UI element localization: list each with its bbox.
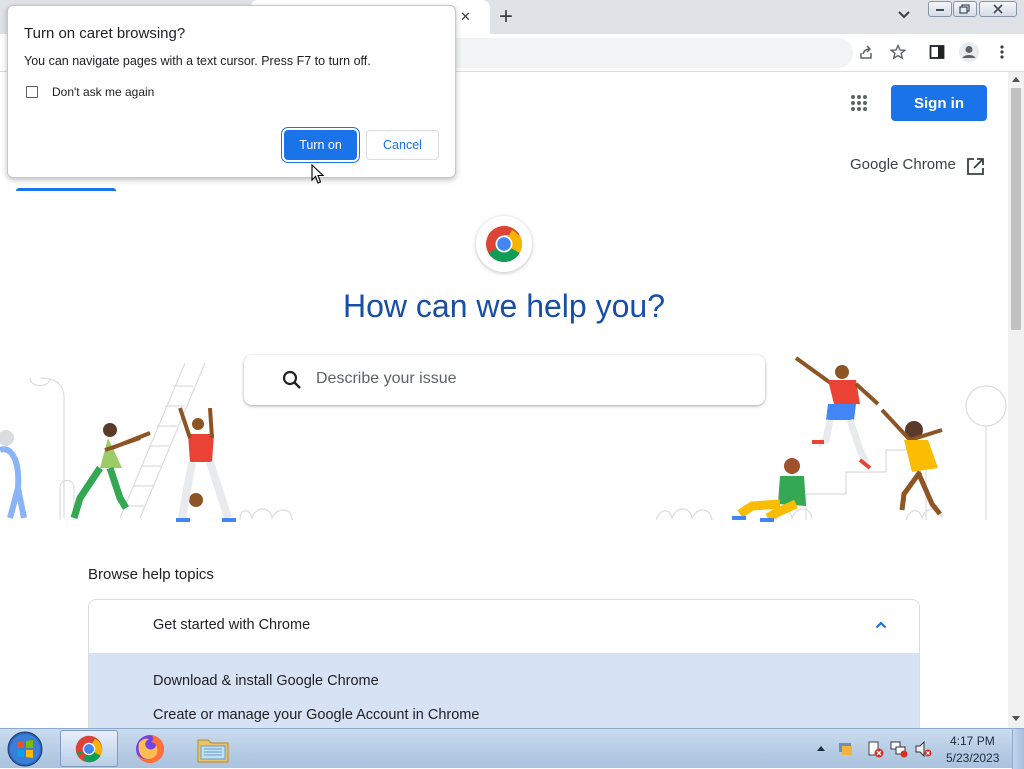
sign-in-button[interactable]: Sign in — [891, 85, 987, 121]
close-window-button[interactable] — [979, 1, 1017, 17]
caret-browsing-dialog: Turn on caret browsing? You can navigate… — [7, 5, 456, 178]
browse-topics-heading: Browse help topics — [88, 566, 214, 583]
firefox-icon[interactable] — [134, 733, 166, 765]
volume-muted-icon[interactable] — [914, 740, 932, 758]
cancel-button[interactable]: Cancel — [366, 130, 439, 160]
share-icon[interactable] — [852, 38, 880, 66]
new-tab-button[interactable]: + — [499, 3, 513, 31]
hero-title: How can we help you? — [343, 288, 665, 324]
show-hidden-icons-icon[interactable] — [817, 745, 825, 751]
minimize-button[interactable] — [928, 1, 952, 17]
tab-search-icon[interactable] — [897, 10, 911, 20]
scroll-thumb[interactable] — [1011, 88, 1021, 330]
dialog-title: Turn on caret browsing? — [24, 25, 186, 42]
topic-link-download-install[interactable]: Download & install Google Chrome — [153, 673, 379, 689]
profile-avatar-icon[interactable] — [955, 38, 983, 66]
side-panel-icon[interactable] — [923, 38, 951, 66]
windows-taskbar: 4:17 PM 5/23/2023 — [0, 728, 1024, 769]
scroll-down-arrow-icon[interactable] — [1012, 716, 1020, 722]
clock-date[interactable]: 5/23/2023 — [946, 751, 999, 765]
omnibox[interactable] — [455, 38, 853, 68]
apps-grid-icon[interactable] — [850, 94, 868, 112]
open-external-icon[interactable] — [966, 157, 985, 176]
topics-accordion: Get started with Chrome Download & insta… — [88, 599, 920, 728]
restore-button[interactable] — [953, 1, 977, 17]
search-input[interactable]: Describe your issue — [244, 355, 765, 405]
clock-time[interactable]: 4:17 PM — [950, 734, 995, 748]
start-orb-icon[interactable] — [5, 730, 45, 768]
chrome-icon — [75, 735, 103, 762]
mouse-cursor-icon — [311, 164, 325, 185]
show-desktop-button[interactable] — [1012, 729, 1024, 769]
dialog-message: You can navigate pages with a text curso… — [24, 54, 371, 68]
bookmark-star-icon[interactable] — [884, 38, 912, 66]
close-tab-icon[interactable]: ✕ — [460, 9, 471, 25]
file-explorer-icon[interactable] — [196, 734, 230, 764]
dont-ask-again-label[interactable]: Don't ask me again — [52, 85, 154, 99]
chevron-up-icon[interactable] — [875, 621, 887, 629]
chrome-logo-icon — [476, 216, 532, 272]
search-icon — [282, 370, 302, 390]
dont-ask-again-checkbox[interactable] — [26, 86, 38, 98]
turn-on-button[interactable]: Turn on — [284, 130, 357, 160]
topic-header-get-started[interactable]: Get started with Chrome — [89, 600, 919, 653]
action-center-warning-icon[interactable] — [866, 740, 884, 758]
network-icon[interactable] — [890, 740, 908, 758]
search-placeholder: Describe your issue — [316, 370, 457, 387]
topic-heading: Get started with Chrome — [153, 617, 311, 633]
google-chrome-link[interactable]: Google Chrome — [850, 156, 956, 173]
more-menu-icon[interactable] — [988, 38, 1016, 66]
topic-link-google-account[interactable]: Create or manage your Google Account in … — [153, 707, 479, 723]
scroll-up-arrow-icon[interactable] — [1012, 76, 1020, 82]
topic-list: Download & install Google Chrome Create … — [89, 653, 919, 728]
product-tab-indicator — [16, 188, 116, 191]
chrome-taskbar-button[interactable] — [60, 730, 118, 767]
tray-app-icon[interactable] — [838, 740, 854, 756]
page-scrollbar[interactable] — [1008, 72, 1024, 728]
